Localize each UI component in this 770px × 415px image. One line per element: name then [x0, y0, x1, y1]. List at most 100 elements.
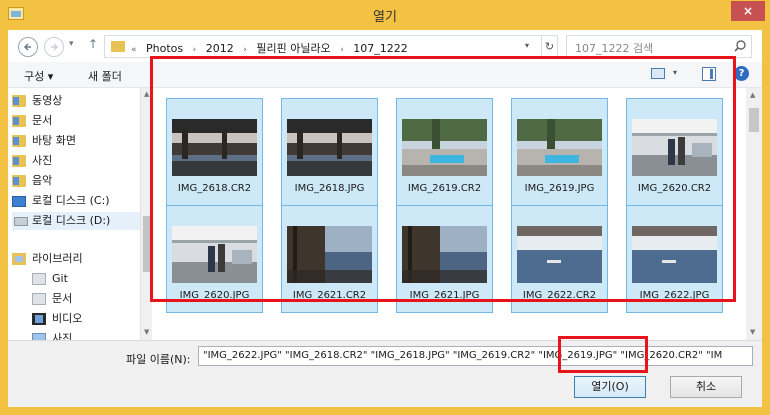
up-arrow-icon[interactable]: ↑ [88, 37, 98, 51]
filename-value: "IMG_2622.JPG" "IMG_2618.CR2" "IMG_2618.… [203, 350, 723, 361]
photo-thumbnail [632, 226, 717, 283]
library-icon [12, 253, 26, 265]
help-icon[interactable]: ? [734, 66, 749, 81]
drive-icon [14, 217, 28, 226]
file-name: IMG_2620.JPG [179, 290, 250, 301]
nav-item-drive-c[interactable]: 로컬 디스크 (C:) [12, 192, 142, 210]
file-tile[interactable]: IMG_2621.JPG [396, 205, 493, 313]
scroll-down-icon[interactable]: ▼ [750, 328, 755, 336]
photo-thumbnail [402, 119, 487, 176]
title-bar: 열기 × [0, 0, 770, 30]
nav-item-pictures[interactable]: 사진 [12, 152, 142, 170]
nav-item-label: 바탕 화면 [32, 134, 76, 147]
refresh-icon[interactable]: ↻ [541, 36, 557, 57]
nav-item-music[interactable]: 음악 [12, 172, 142, 190]
file-list: IMG_2618.CR2 IMG_2618.JPG IMG_2619.CR2 IMG_… [154, 88, 762, 340]
filename-label: 파일 이름(N): [126, 353, 191, 366]
chevron-right-icon[interactable]: › [193, 45, 197, 55]
scroll-down-icon[interactable]: ▼ [144, 328, 149, 336]
open-button[interactable]: 열기(O) [574, 376, 646, 398]
view-options-icon[interactable] [651, 68, 665, 79]
breadcrumb-overflow[interactable]: « [131, 45, 137, 55]
file-scrollbar[interactable]: ▲ ▼ [746, 88, 762, 340]
dialog-client: ▾ ↑ « Photos › 2012 › 필리핀 아닐라오 › 107_122… [8, 30, 762, 407]
file-tile[interactable]: IMG_2622.JPG [626, 205, 723, 313]
photo-thumbnail [172, 226, 257, 283]
file-name: IMG_2620.CR2 [637, 183, 712, 194]
photo-thumbnail [402, 226, 487, 283]
bottom-panel: 파일 이름(N): "IMG_2622.JPG" "IMG_2618.CR2" … [8, 340, 762, 407]
file-name: IMG_2618.JPG [294, 183, 365, 194]
nav-item-label: 음악 [32, 174, 53, 187]
nav-item-libraries[interactable]: 라이브러리 [12, 250, 142, 268]
chevron-right-icon[interactable]: › [243, 45, 247, 55]
organize-button[interactable]: 구성 ▾ [24, 68, 53, 84]
nav-item-label: 로컬 디스크 (D:) [32, 214, 111, 227]
nav-item-label: 문서 [32, 114, 53, 127]
file-tile[interactable]: IMG_2618.JPG [281, 98, 378, 206]
git-library-icon [32, 273, 46, 285]
back-arrow-icon [23, 43, 31, 51]
view-dropdown-icon[interactable]: ▾ [673, 68, 677, 77]
preview-pane-icon[interactable] [702, 67, 716, 81]
address-dropdown-icon[interactable]: ▾ [525, 41, 529, 50]
file-tile[interactable]: IMG_2622.CR2 [511, 205, 608, 313]
nav-item-label: Git [52, 272, 68, 285]
photo-thumbnail [287, 226, 372, 283]
file-tile[interactable]: IMG_2618.CR2 [166, 98, 263, 206]
navigation-pane: 동영상 문서 바탕 화면 사진 음악 로컬 디스크 (C:) 로컬 디스크 (D… [8, 88, 152, 340]
file-tile[interactable]: IMG_2620.CR2 [626, 98, 723, 206]
filename-input[interactable]: "IMG_2622.JPG" "IMG_2618.CR2" "IMG_2618.… [198, 346, 753, 366]
nav-item-desktop[interactable]: 바탕 화면 [12, 132, 142, 150]
scroll-up-icon[interactable]: ▲ [144, 90, 149, 98]
photo-thumbnail [517, 119, 602, 176]
photo-thumbnail [632, 119, 717, 176]
address-bar[interactable]: « Photos › 2012 › 필리핀 아닐라오 › 107_1222 ▾ … [104, 35, 558, 58]
nav-scroll-thumb[interactable] [143, 216, 151, 272]
photo-thumbnail [287, 119, 372, 176]
search-placeholder: 107_1222 검색 [575, 42, 654, 55]
cancel-button[interactable]: 취소 [670, 376, 742, 398]
file-tile[interactable]: IMG_2619.JPG [511, 98, 608, 206]
photo-thumbnail [172, 119, 257, 176]
search-box[interactable]: 107_1222 검색 [566, 35, 752, 58]
desktop-folder-icon [12, 135, 26, 147]
nav-item-label: 라이브러리 [32, 252, 83, 265]
file-name: IMG_2622.CR2 [522, 290, 597, 301]
breadcrumb-item[interactable]: Photos [146, 42, 183, 55]
file-scroll-thumb[interactable] [749, 108, 759, 132]
recent-locations-chevron-icon[interactable]: ▾ [69, 39, 74, 49]
toolbar: 구성 ▾ 새 폴더 ▾ ? [8, 62, 762, 88]
nav-scrollbar[interactable]: ▲ ▼ [140, 88, 152, 340]
nav-item-drive-d[interactable]: 로컬 디스크 (D:) [12, 212, 140, 230]
breadcrumb: « Photos › 2012 › 필리핀 아닐라오 › 107_1222 [131, 40, 414, 56]
nav-item-git[interactable]: Git [32, 270, 152, 288]
file-tile[interactable]: IMG_2620.JPG [166, 205, 263, 313]
nav-item-lib-documents[interactable]: 문서 [32, 290, 152, 308]
breadcrumb-item[interactable]: 필리핀 아닐라오 [256, 42, 330, 55]
nav-item-label: 동영상 [32, 94, 63, 107]
back-button[interactable] [18, 37, 38, 57]
scroll-up-icon[interactable]: ▲ [750, 91, 755, 99]
new-folder-button[interactable]: 새 폴더 [88, 68, 122, 84]
chevron-right-icon[interactable]: › [340, 45, 344, 55]
close-button[interactable]: × [731, 1, 765, 21]
nav-item-label: 로컬 디스크 (C:) [32, 194, 110, 207]
forward-button[interactable] [44, 37, 64, 57]
nav-item-label: 사진 [32, 154, 53, 167]
file-tile[interactable]: IMG_2619.CR2 [396, 98, 493, 206]
file-name: IMG_2621.CR2 [292, 290, 367, 301]
pictures-library-icon [32, 333, 46, 340]
file-tile[interactable]: IMG_2621.CR2 [281, 205, 378, 313]
nav-item-videos[interactable]: 동영상 [12, 92, 142, 110]
nav-item-documents[interactable]: 문서 [12, 112, 142, 130]
search-icon[interactable] [733, 39, 747, 53]
nav-item-label: 사진 [52, 332, 73, 340]
documents-folder-icon [12, 115, 26, 127]
breadcrumb-item[interactable]: 2012 [206, 42, 234, 55]
nav-item-lib-pictures[interactable]: 사진 [32, 330, 152, 340]
video-library-icon [32, 313, 46, 325]
file-name: IMG_2619.CR2 [407, 183, 482, 194]
breadcrumb-item[interactable]: 107_1222 [353, 42, 408, 55]
nav-item-lib-videos[interactable]: 비디오 [32, 310, 152, 328]
